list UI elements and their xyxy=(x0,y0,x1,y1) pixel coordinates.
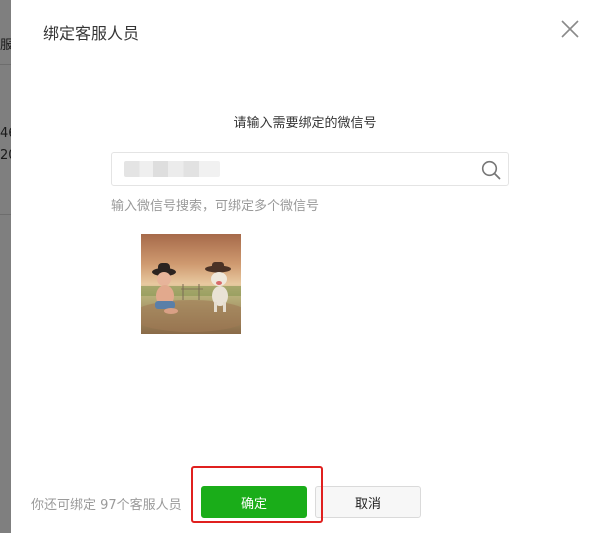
cancel-button[interactable]: 取消 xyxy=(315,486,421,518)
dialog-title: 绑定客服人员 xyxy=(43,24,140,43)
bind-agent-dialog: 绑定客服人员 请输入需要绑定的微信号 输入微信号搜索，可绑定多个微信号 你还可绑… xyxy=(11,0,599,533)
background-text-fragment: 46 xyxy=(0,126,11,141)
background-divider xyxy=(0,64,11,65)
close-icon[interactable] xyxy=(559,18,581,40)
confirm-button[interactable]: 确定 xyxy=(201,486,307,518)
remaining-bind-count: 你还可绑定 97个客服人员 xyxy=(31,498,182,513)
search-result-avatar[interactable] xyxy=(141,234,241,334)
redacted-input-value xyxy=(124,161,220,177)
background-page: 服 46 20 xyxy=(0,0,11,533)
background-text-fragment: 服 xyxy=(0,38,11,53)
wechat-id-search-box xyxy=(111,152,509,187)
search-prompt: 请输入需要绑定的微信号 xyxy=(233,116,377,131)
background-text-fragment: 20 xyxy=(0,148,11,163)
search-icon[interactable] xyxy=(480,159,502,181)
search-hint: 输入微信号搜索，可绑定多个微信号 xyxy=(111,199,320,214)
background-divider xyxy=(0,214,11,215)
